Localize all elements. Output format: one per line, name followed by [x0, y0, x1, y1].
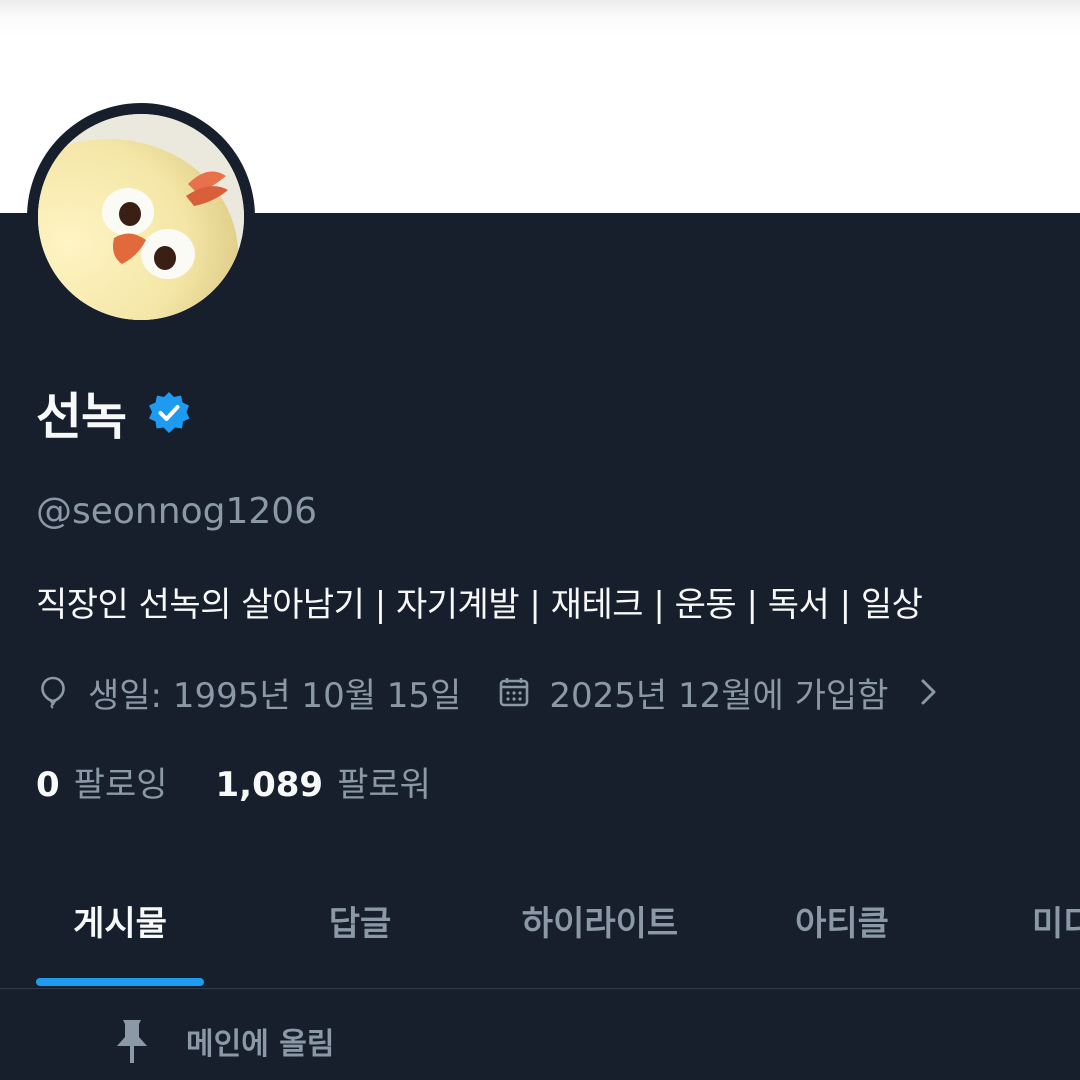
profile-handle: @seonnog1206 — [36, 491, 318, 532]
display-name: 선녹 — [36, 388, 127, 446]
profile-bio: 직장인 선녹의 살아남기 | 자기계발 | 재테크 | 운동 | 독서 | 일상 — [36, 585, 923, 625]
profile-tabs: 게시물 답글 하이라이트 아티클 미디어 — [0, 880, 1080, 988]
followers-link[interactable]: 1,089 팔로워 — [216, 757, 431, 806]
tab-articles[interactable]: 아티클 — [770, 880, 914, 960]
followers-label: 팔로워 — [337, 765, 431, 805]
chevron-right-icon[interactable] — [916, 675, 942, 709]
tab-posts[interactable]: 게시물 — [36, 880, 204, 960]
followers-count: 1,089 — [215, 765, 324, 805]
tabs-divider — [0, 988, 1080, 989]
verified-badge-icon[interactable] — [146, 390, 192, 436]
tab-highlights[interactable]: 하이라이트 — [500, 880, 700, 960]
tab-replies[interactable]: 답글 — [300, 880, 420, 960]
birthday-text: 생일: 1995년 10월 15일 — [88, 675, 462, 716]
following-link[interactable]: 0 팔로잉 — [36, 757, 168, 806]
pinned-label: 메인에 올림 — [186, 1027, 335, 1062]
profile-meta: 생일: 1995년 10월 15일 2025년 12월에 가입함 — [36, 667, 942, 717]
display-name-row: 선녹 — [36, 380, 192, 446]
avatar[interactable] — [38, 114, 244, 320]
profile-page: 선녹 @seonnog1206 직장인 선녹의 살아남기 | 자기계발 | 재테… — [0, 0, 1080, 1080]
balloon-icon — [36, 675, 70, 709]
pin-icon — [110, 1017, 154, 1065]
pinned-indicator: 메인에 올림 — [110, 1016, 334, 1066]
tab-media[interactable]: 미디어 — [1032, 880, 1080, 960]
following-count: 0 — [36, 765, 60, 805]
joined-text: 2025년 12월에 가입함 — [549, 675, 889, 716]
active-tab-indicator — [36, 978, 204, 986]
follow-stats: 0 팔로잉 1,089 팔로워 — [36, 757, 431, 806]
calendar-icon — [497, 675, 531, 709]
following-label: 팔로잉 — [73, 765, 168, 805]
avatar-image — [38, 114, 244, 320]
